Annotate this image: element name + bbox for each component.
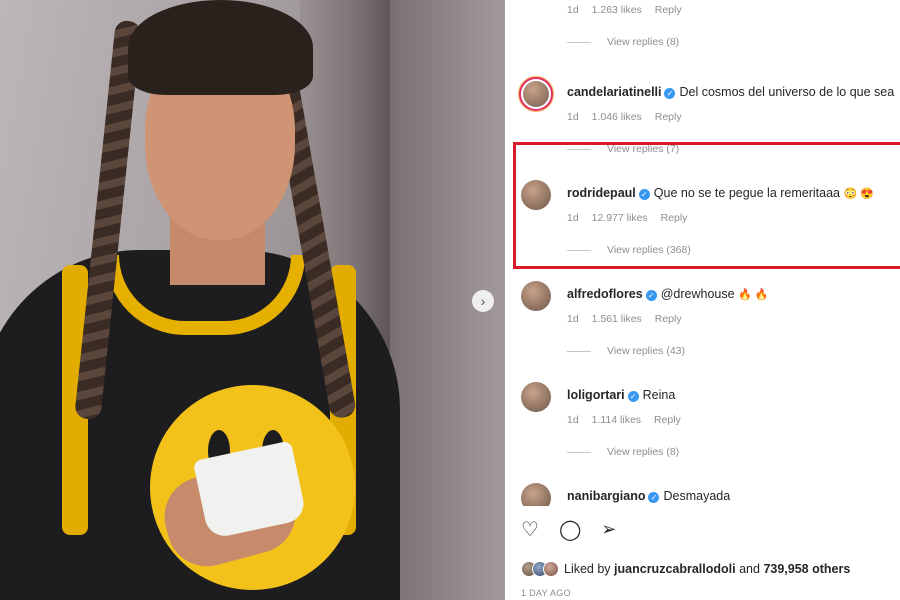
verified-icon: ✓	[648, 492, 660, 503]
share-icon[interactable]: ➢	[601, 520, 616, 540]
reply-button[interactable]: Reply	[655, 313, 682, 325]
post-photo	[0, 0, 505, 600]
view-replies-button[interactable]: View replies (8)	[567, 446, 679, 458]
comment-meta: 1d 1.046 likes Reply	[567, 111, 682, 123]
username[interactable]: candelariatinelli	[567, 85, 661, 99]
reply-button[interactable]: Reply	[655, 4, 682, 16]
reply-button[interactable]: Reply	[655, 111, 682, 123]
hair	[128, 0, 313, 95]
action-bar: ♡ ◯ ➢	[521, 520, 616, 540]
comments-panel: 1d 1.263 likes Reply View replies (8) ca…	[505, 0, 900, 600]
username[interactable]: loligortari	[567, 388, 625, 402]
heart-icon[interactable]: ♡	[521, 520, 539, 540]
comment-icon[interactable]: ◯	[559, 520, 581, 540]
comment-text: Desmayada	[663, 489, 731, 503]
verified-icon: ✓	[627, 391, 639, 402]
reply-button[interactable]: Reply	[654, 414, 681, 426]
chevron-right-icon[interactable]: ›	[472, 290, 494, 312]
likes-count[interactable]: 1.561 likes	[592, 313, 642, 325]
view-replies-button[interactable]: View replies (8)	[567, 36, 679, 48]
likes-count[interactable]: 1.046 likes	[592, 111, 642, 123]
comment-meta: 1d 1.263 likes Reply	[567, 4, 682, 16]
avatar	[543, 561, 559, 577]
avatar[interactable]	[521, 281, 551, 311]
liked-by-others[interactable]: 739,958 others	[763, 562, 850, 576]
comment-text[interactable]: @drewhouse	[661, 287, 735, 301]
comment-meta: 1d 1.561 likes Reply	[567, 313, 682, 325]
avatar[interactable]	[521, 382, 551, 412]
comment-text: Reina	[642, 388, 676, 402]
comment-text: Del cosmos del universo de lo que sea	[679, 85, 895, 99]
liked-by-user[interactable]: juancruzcabrallodoli	[614, 562, 736, 576]
comment-meta: 1d 1.114 likes Reply	[567, 414, 681, 426]
emoji: 🔥 🔥	[738, 289, 769, 301]
liked-by: Liked by juancruzcabrallodoli and 739,95…	[521, 561, 850, 577]
post-time: 1 DAY AGO	[521, 588, 571, 598]
likes-count[interactable]: 1.263 likes	[592, 4, 642, 16]
username[interactable]: nanibargiano	[567, 489, 645, 503]
highlight-box	[513, 142, 900, 269]
verified-icon: ✓	[645, 290, 657, 301]
view-replies-button[interactable]: View replies (43)	[567, 345, 685, 357]
verified-icon: ✓	[664, 88, 676, 99]
likes-count[interactable]: 1.114 likes	[592, 414, 641, 426]
avatar[interactable]	[519, 77, 553, 111]
username[interactable]: alfredoflores	[567, 287, 643, 301]
